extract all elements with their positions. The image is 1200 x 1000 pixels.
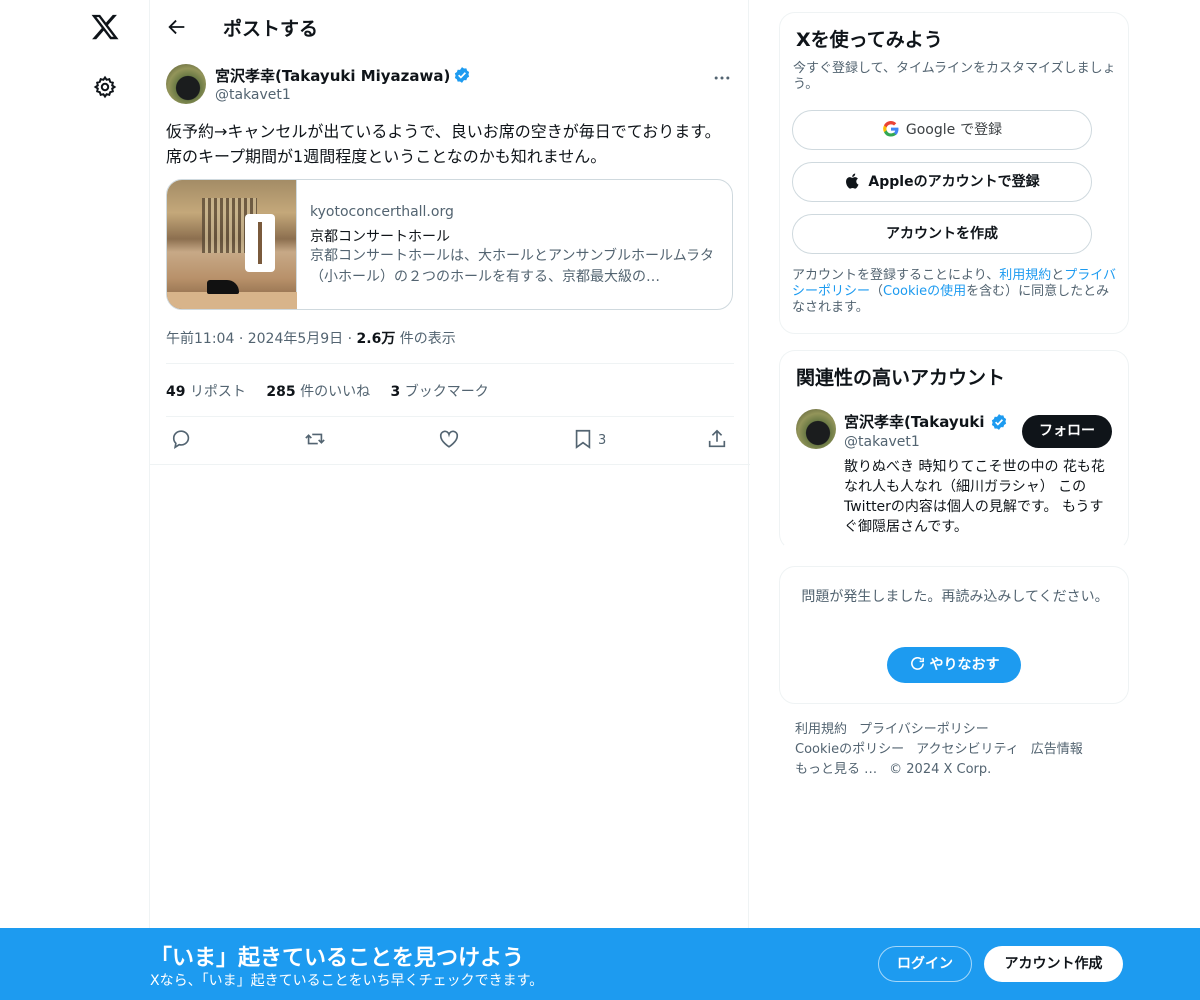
more-options-icon[interactable] bbox=[712, 68, 732, 88]
tweet-author: 宮沢孝幸(Takayuki Miyazawa) @takavet1 bbox=[166, 64, 734, 108]
footer-link-more[interactable]: もっと見る … bbox=[795, 762, 877, 777]
like-button[interactable] bbox=[438, 428, 460, 452]
footer-copyright: © 2024 X Corp. bbox=[889, 762, 992, 777]
google-signup-button[interactable]: Google で登録 bbox=[792, 110, 1092, 150]
tweet-text: 仮予約→キャンセルが出ているようで、良いお席の空きが毎日でております。席のキープ… bbox=[166, 122, 721, 166]
page-title: ポストする bbox=[223, 18, 319, 40]
cookie-link[interactable]: Cookieの使用 bbox=[883, 284, 966, 299]
author-name-row[interactable]: 宮沢孝幸(Takayuki Miyazawa) bbox=[215, 65, 471, 86]
retry-button[interactable]: やりなおす bbox=[887, 647, 1021, 683]
tweet-stats: 49 リポスト 285 件のいいね 3 ブックマーク bbox=[166, 381, 505, 401]
error-message: 問題が発生しました。再読み込みしてください。 bbox=[801, 589, 1109, 605]
tweet-views-count: 2.6万 bbox=[356, 331, 396, 347]
footer-link-cookie[interactable]: Cookieのポリシー bbox=[795, 742, 904, 757]
refresh-icon bbox=[910, 657, 924, 670]
related-account-bio: 散りぬべき 時知りてこそ世の中の 花も花なれ人も人なれ（細川ガラシャ） このTw… bbox=[844, 459, 1105, 535]
x-logo-icon[interactable] bbox=[90, 12, 120, 42]
footer-link-ads[interactable]: 広告情報 bbox=[1031, 742, 1083, 757]
gear-icon[interactable] bbox=[93, 75, 117, 99]
verified-badge-icon bbox=[455, 67, 470, 83]
footer-link-privacy[interactable]: プライバシーポリシー bbox=[859, 722, 989, 737]
google-brand: Google bbox=[905, 122, 956, 138]
bookmark-icon bbox=[575, 429, 591, 449]
header: ポストする bbox=[150, 0, 750, 53]
signup-subtitle: 今すぐ登録して、タイムラインをカスタマイズしましょう。 bbox=[793, 61, 1116, 92]
author-name[interactable]: 宮沢孝幸(Takayuki Miyazawa) bbox=[215, 67, 450, 85]
bottom-bar-title: 「いま」起きていることを見つけよう bbox=[150, 946, 525, 971]
terms-link[interactable]: 利用規約 bbox=[999, 268, 1051, 283]
main-column: ポストする 宮沢孝幸(Takayuki Miyazawa) @takavet1 … bbox=[149, 0, 750, 1000]
link-card-title: 京都コンサートホール bbox=[310, 229, 450, 245]
bookmark-count: 3 bbox=[598, 433, 607, 448]
left-nav bbox=[60, 0, 150, 1000]
retry-label: やりなおす bbox=[929, 657, 1000, 673]
link-card-domain: kyotoconcerthall.org bbox=[310, 204, 454, 220]
tweet-time[interactable]: 午前11:04 bbox=[166, 331, 234, 347]
create-account-button[interactable]: アカウントを作成 bbox=[792, 214, 1092, 254]
related-accounts-box: 関連性の高いアカウント 宮沢孝幸(Takayuki M @takavet1 フォ… bbox=[779, 350, 1129, 550]
bookmark-button[interactable]: 3 bbox=[572, 428, 606, 452]
reply-icon bbox=[172, 430, 190, 449]
error-box: 問題が発生しました。再読み込みしてください。 やりなおす bbox=[779, 566, 1129, 704]
divider bbox=[166, 416, 734, 417]
footer-link-terms[interactable]: 利用規約 bbox=[795, 722, 847, 737]
follow-button[interactable]: フォロー bbox=[1022, 415, 1112, 448]
related-account-name[interactable]: 宮沢孝幸(Takayuki M bbox=[844, 411, 989, 432]
apple-signup-label: Appleのアカウントで登録 bbox=[868, 174, 1040, 190]
related-title: 関連性の高いアカウント bbox=[796, 367, 1006, 389]
tweet-date[interactable]: 2024年5月9日 bbox=[248, 331, 343, 347]
tweet-views-label: 件の表示 bbox=[399, 331, 456, 347]
related-account-handle[interactable]: @takavet1 bbox=[844, 434, 920, 450]
link-card-description: 京都コンサートホールは、大ホールとアンサンブルホールムラタ（小ホール）の２つのホ… bbox=[310, 248, 715, 285]
link-card[interactable]: kyotoconcerthall.org 京都コンサートホール 京都コンサートホ… bbox=[166, 179, 733, 310]
bottom-signup-bar: 「いま」起きていることを見つけよう Xなら、「いま」起きていることをいち早くチェ… bbox=[0, 928, 1200, 1000]
footer-link-accessibility[interactable]: アクセシビリティ bbox=[916, 742, 1019, 757]
tweet-actions: 3 bbox=[166, 428, 734, 452]
verified-badge-icon bbox=[991, 414, 1007, 430]
repost-icon bbox=[305, 433, 325, 445]
heart-icon bbox=[439, 430, 459, 448]
author-handle[interactable]: @takavet1 bbox=[215, 87, 291, 103]
footer-links: 利用規約 プライバシーポリシー Cookieのポリシー アクセシビリティ 広告情報 も… bbox=[795, 720, 1115, 780]
apple-signup-button[interactable]: Appleのアカウントで登録 bbox=[792, 162, 1092, 202]
login-button[interactable]: ログイン bbox=[878, 946, 972, 982]
share-icon bbox=[708, 429, 726, 448]
link-card-image bbox=[167, 180, 297, 309]
bottom-bar-subtitle: Xなら、「いま」起きていることをいち早くチェックできます。 bbox=[150, 973, 544, 989]
apple-icon bbox=[846, 173, 859, 189]
avatar[interactable] bbox=[166, 64, 206, 104]
signup-legal-text: アカウントを登録することにより、利用規約とプライバシーポリシー（Cookieの使… bbox=[792, 268, 1117, 315]
google-signup-label: で登録 bbox=[960, 122, 1003, 138]
signup-box: Xを使ってみよう 今すぐ登録して、タイムラインをカスタマイズしましょう。 Goo… bbox=[779, 12, 1129, 334]
google-icon bbox=[883, 120, 899, 137]
tweet-meta: 午前11:04 · 2024年5月9日 · 2.6万 件の表示 bbox=[166, 331, 456, 347]
repost-button[interactable] bbox=[304, 428, 326, 452]
signup-title: Xを使ってみよう bbox=[796, 29, 943, 51]
stat-bookmarks[interactable]: 3 ブックマーク bbox=[391, 384, 489, 400]
stat-reposts[interactable]: 49 リポスト bbox=[166, 384, 246, 400]
share-button[interactable] bbox=[706, 428, 728, 452]
avatar[interactable] bbox=[796, 409, 836, 449]
back-arrow-icon[interactable] bbox=[166, 16, 188, 38]
divider bbox=[166, 363, 734, 364]
stat-likes[interactable]: 285 件のいいね bbox=[266, 384, 370, 400]
divider bbox=[150, 464, 750, 465]
reply-button[interactable] bbox=[171, 428, 193, 452]
signup-button[interactable]: アカウント作成 bbox=[984, 946, 1123, 982]
